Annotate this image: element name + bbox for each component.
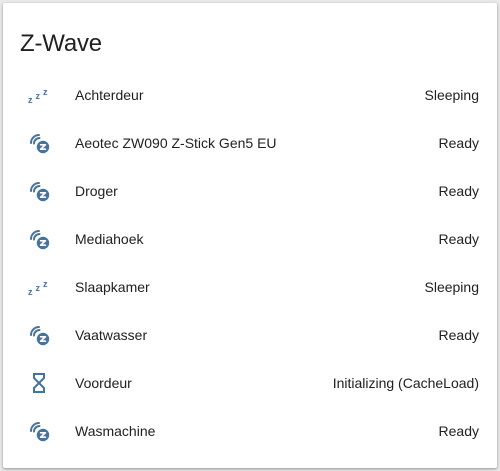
device-state: Initializing (CacheLoad) <box>332 375 479 391</box>
device-state: Ready <box>438 231 479 247</box>
svg-text:z: z <box>36 91 41 101</box>
device-state: Ready <box>438 423 479 439</box>
svg-text:z: z <box>43 279 48 289</box>
device-row[interactable]: zzz Achterdeur Sleeping <box>3 71 497 119</box>
device-state: Sleeping <box>424 279 480 295</box>
card-title: Z-Wave <box>20 30 102 57</box>
device-state: Sleeping <box>424 87 480 103</box>
device-name: Aeotec ZW090 Z-Stick Gen5 EU <box>75 135 277 151</box>
z-wave-icon <box>26 179 52 203</box>
device-state: Ready <box>438 327 479 343</box>
z-wave-icon <box>26 419 52 443</box>
device-name: Slaapkamer <box>75 279 150 295</box>
device-row[interactable]: zzz Slaapkamer Sleeping <box>3 263 497 311</box>
svg-text:z: z <box>36 283 41 293</box>
sleep-icon: zzz <box>26 83 52 107</box>
device-row[interactable]: Droger Ready <box>3 167 497 215</box>
device-name: Voordeur <box>75 375 132 391</box>
device-row[interactable]: Vaatwasser Ready <box>3 311 497 359</box>
device-name: Wasmachine <box>75 423 156 439</box>
device-row[interactable]: Wasmachine Ready <box>3 407 497 455</box>
device-row[interactable]: Voordeur Initializing (CacheLoad) <box>3 359 497 407</box>
zwave-card: Z-Wave zzz Achterdeur Sleeping Aeotec ZW… <box>3 3 497 468</box>
svg-text:z: z <box>28 95 33 105</box>
svg-text:z: z <box>43 87 48 97</box>
device-state: Ready <box>438 183 479 199</box>
sleep-icon: zzz <box>26 275 52 299</box>
device-name: Achterdeur <box>75 87 144 103</box>
device-row[interactable]: Aeotec ZW090 Z-Stick Gen5 EU Ready <box>3 119 497 167</box>
device-row[interactable]: Mediahoek Ready <box>3 215 497 263</box>
device-list: zzz Achterdeur Sleeping Aeotec ZW090 Z-S… <box>3 71 497 455</box>
device-state: Ready <box>438 135 479 151</box>
z-wave-icon <box>26 131 52 155</box>
device-name: Vaatwasser <box>75 327 148 343</box>
svg-text:z: z <box>28 287 33 297</box>
z-wave-icon <box>26 323 52 347</box>
device-name: Droger <box>75 183 118 199</box>
device-name: Mediahoek <box>75 231 144 247</box>
hourglass-icon <box>26 371 52 395</box>
z-wave-icon <box>26 227 52 251</box>
